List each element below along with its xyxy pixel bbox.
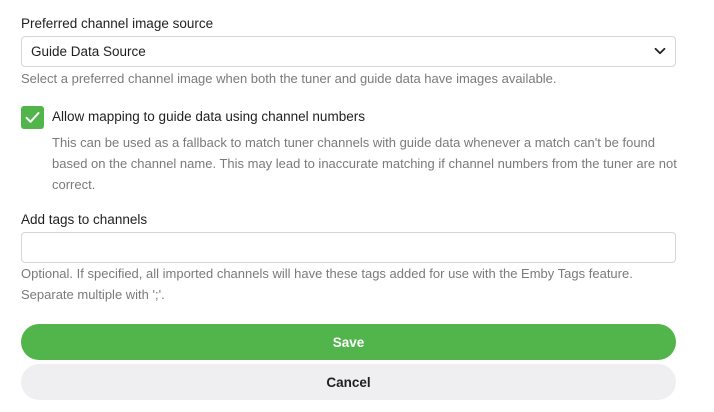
- channel-number-mapping-description: This can be used as a fallback to match …: [52, 135, 677, 192]
- tags-help: Optional. If specified, all imported cha…: [21, 266, 633, 302]
- image-source-label: Preferred channel image source: [21, 16, 214, 31]
- tags-input[interactable]: [21, 232, 676, 263]
- cancel-button[interactable]: Cancel: [21, 364, 676, 400]
- chevron-down-icon: [654, 47, 666, 55]
- image-source-help: Select a preferred channel image when bo…: [21, 71, 557, 86]
- channel-number-mapping-label[interactable]: Allow mapping to guide data using channe…: [52, 109, 365, 124]
- image-source-selected-value: Guide Data Source: [31, 44, 146, 59]
- image-source-select[interactable]: Guide Data Source: [21, 36, 676, 67]
- checkmark-icon: [25, 112, 40, 123]
- tags-label: Add tags to channels: [21, 212, 148, 227]
- channel-number-mapping-checkbox[interactable]: [21, 106, 44, 129]
- save-button[interactable]: Save: [21, 324, 676, 360]
